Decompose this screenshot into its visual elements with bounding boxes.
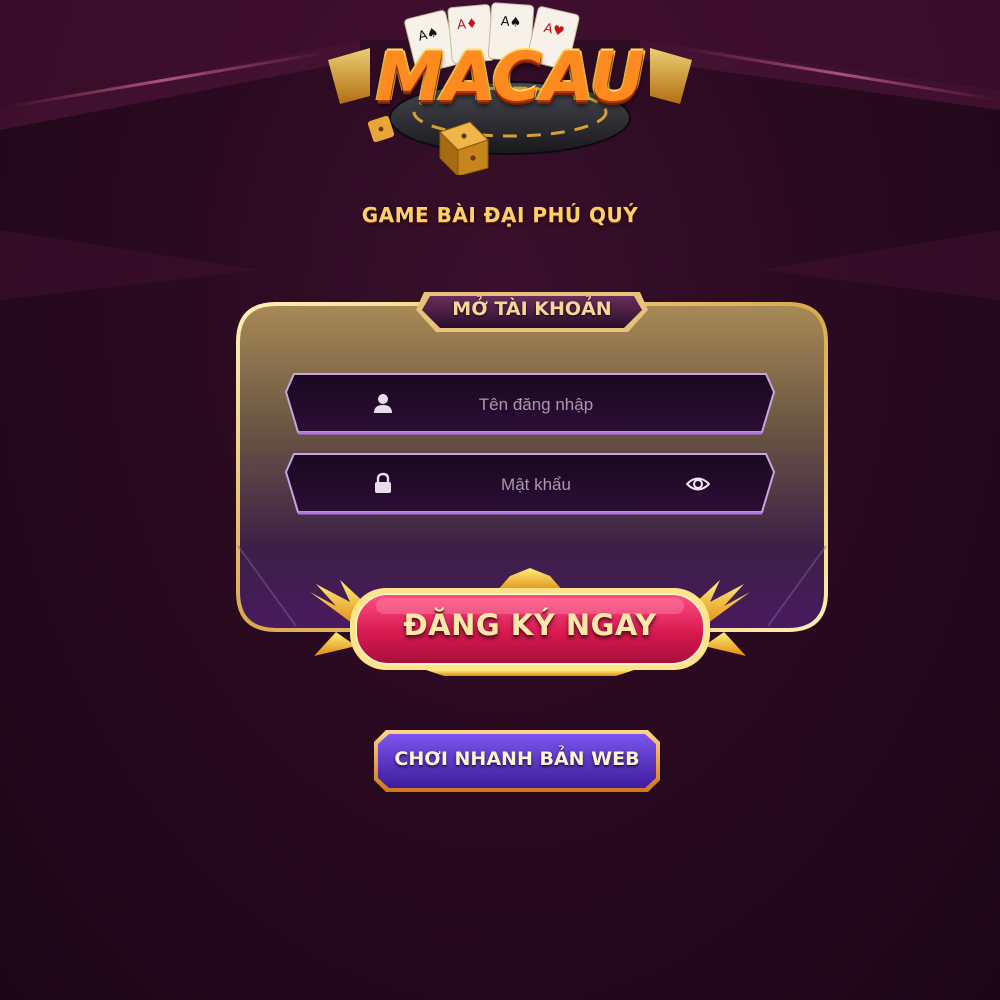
username-input[interactable] [404, 382, 668, 428]
user-icon [372, 392, 394, 414]
register-button-label: ĐĂNG KÝ NGAY [403, 608, 657, 642]
username-field[interactable] [284, 372, 776, 436]
brand-tagline: GAME BÀI ĐẠI PHÚ QUÝ [361, 203, 639, 227]
logo-wordmark: MACAU [376, 38, 645, 117]
lock-icon [372, 472, 394, 494]
web-play-button-label: CHƠI NHANH BẢN WEB [394, 748, 640, 770]
panel-title-tab: MỞ TÀI KHOẢN [414, 290, 650, 336]
eye-icon[interactable] [685, 472, 711, 496]
svg-text:A♠: A♠ [500, 14, 522, 30]
password-field[interactable] [284, 452, 776, 516]
password-input[interactable] [404, 462, 668, 508]
brand-logo: A♠ A♦ A♠ A♥ MACAU [310, 0, 710, 175]
register-button[interactable]: ĐĂNG KÝ NGAY [306, 566, 754, 678]
svg-text:A♦: A♦ [457, 16, 479, 33]
web-play-button[interactable]: CHƠI NHANH BẢN WEB [372, 728, 662, 794]
panel-title: MỞ TÀI KHOẢN [452, 298, 612, 320]
